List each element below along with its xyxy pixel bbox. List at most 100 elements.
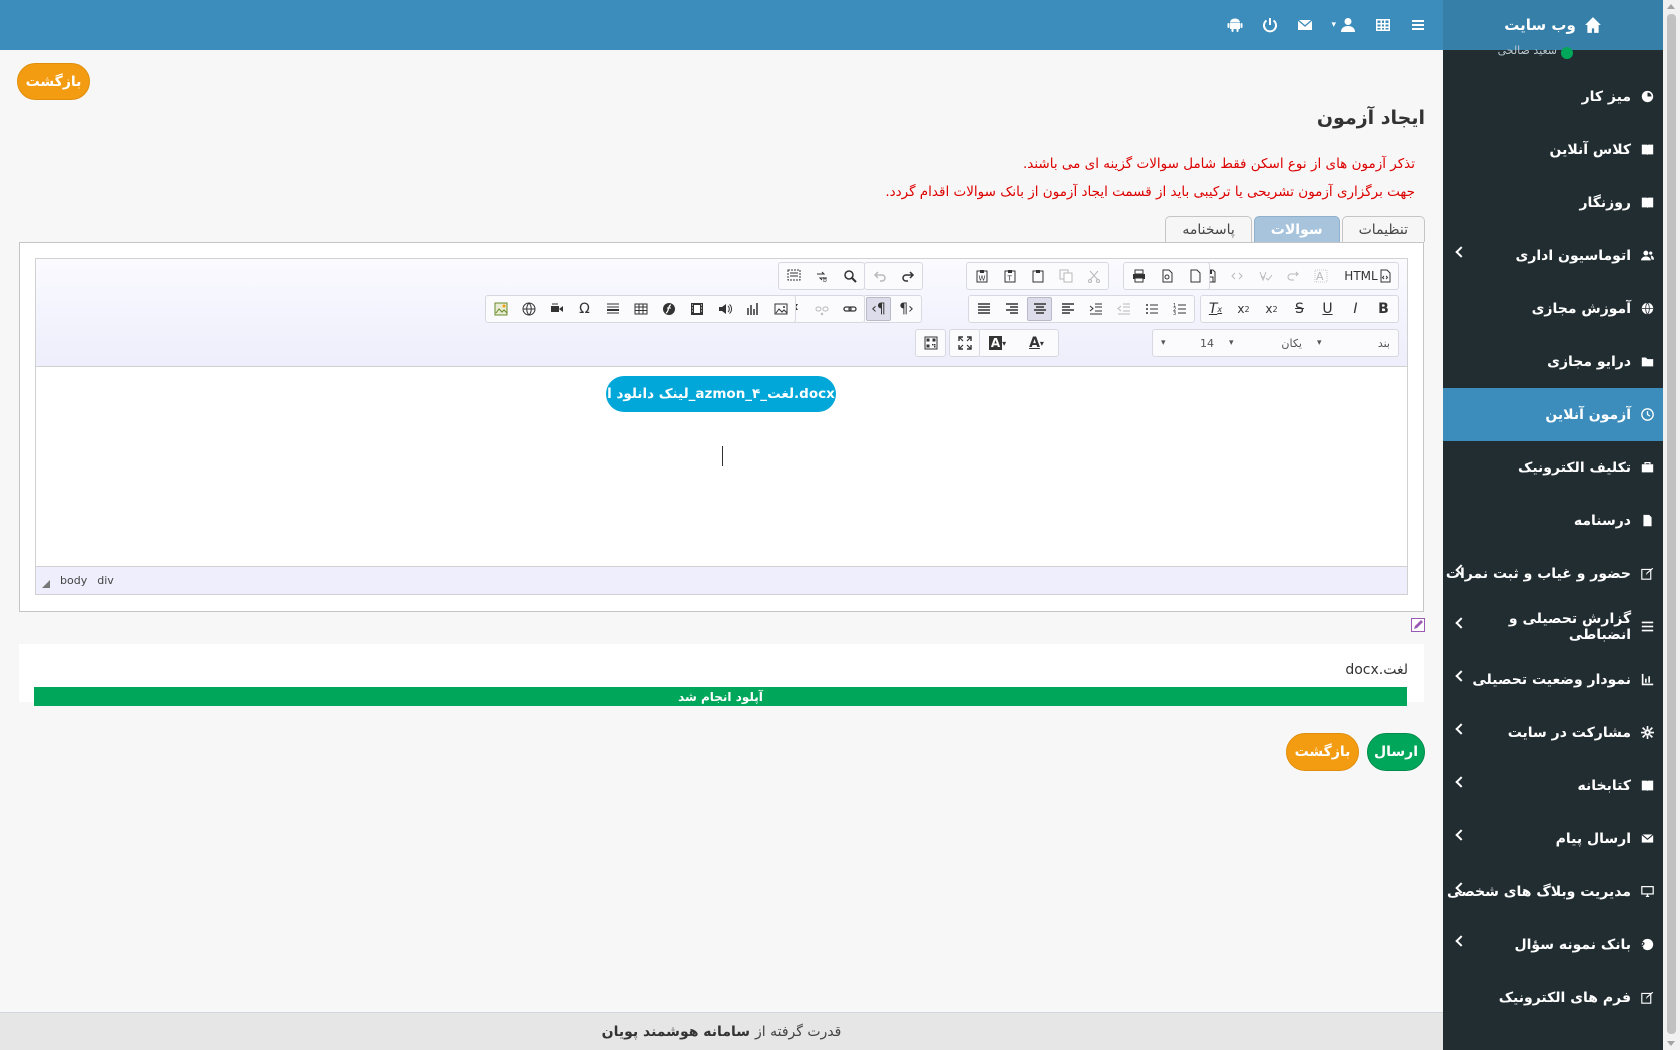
resize-grip-icon[interactable] [42,579,50,588]
sidebar-item-13[interactable]: کتابخانه [1443,759,1663,812]
flash-icon[interactable] [656,297,681,321]
text-color-button[interactable]: A ▾ [1020,331,1056,355]
submit-button[interactable]: ارسال [1367,733,1425,771]
back-button-top[interactable]: بازگشت [17,63,90,100]
top-navbar: ▾ [0,0,1443,50]
font-select[interactable]: یکان ▾ [1223,331,1308,355]
sidebar-item-9[interactable]: حضور و غیاب و ثبت نمرات [1443,547,1663,600]
subscript-icon[interactable]: x2 [1259,297,1284,321]
tab-settings[interactable]: تنظیمات [1341,216,1425,242]
font-size-select[interactable]: 14 ▾ [1155,331,1220,355]
sidebar-item-2[interactable]: روزنگار [1443,176,1663,229]
sidebar-item-3[interactable]: اتوماسیون اداری [1443,229,1663,282]
sidebar-item-12[interactable]: مشارکت در سایت [1443,706,1663,759]
envelope-icon[interactable] [1296,16,1314,34]
paste-icon[interactable] [1025,264,1050,288]
italic-icon[interactable]: I [1343,297,1368,321]
justify-icon[interactable] [971,297,996,321]
grid-icon[interactable] [1374,16,1392,34]
sidebar-item-label: اتوماسیون اداری [1515,247,1631,264]
print-icon[interactable] [1126,264,1151,288]
select-all-icon[interactable] [781,264,806,288]
edit-pencil-icon[interactable] [1411,618,1425,632]
image-icon[interactable] [768,297,793,321]
link-icon[interactable] [837,297,862,321]
iframe-globe-icon[interactable] [516,297,541,321]
paste-word-icon[interactable]: W [969,264,994,288]
user-dropdown-caret[interactable]: ▾ [1331,20,1336,30]
find-icon[interactable] [837,264,862,288]
underline-icon[interactable]: U [1315,297,1340,321]
sidebar-item-1[interactable]: کلاس آنلاین [1443,123,1663,176]
back-button-bottom[interactable]: بازگشت [1286,733,1359,771]
user-icon[interactable] [1339,16,1357,34]
background-color-button[interactable]: A ▾ [981,331,1017,355]
audio-icon[interactable] [712,297,737,321]
preview-icon[interactable] [1154,264,1179,288]
horizontal-rule-icon[interactable] [600,297,625,321]
text-direction-ltr-icon[interactable]: ¶› [894,297,919,321]
remove-format-icon[interactable]: Tx [1203,297,1228,321]
sidebar-item-10[interactable]: گزارش تحصیلی و انضباطی [1443,600,1663,653]
footer-brand-link[interactable]: سامانه هوشمند پویان [602,1024,750,1040]
image-gallery-icon[interactable] [488,297,513,321]
sidebar-item-7[interactable]: تکلیف الکترونیک [1443,441,1663,494]
numbered-list-icon[interactable]: 123 [1167,297,1192,321]
power-icon[interactable] [1261,16,1279,34]
remove-format-a-icon[interactable]: A [1308,264,1333,288]
sidebar-item-0[interactable]: میز کار [1443,70,1663,123]
sidebar-item-5[interactable]: درایو مجازی [1443,335,1663,388]
tab-questions[interactable]: سوالات [1253,216,1340,242]
path-body[interactable]: body [60,574,87,587]
scrollbar-thumb[interactable] [1667,14,1676,1034]
maximize-icon[interactable] [952,331,977,355]
text-direction-rtl-icon[interactable]: ‹¶ [866,297,891,321]
align-right-icon[interactable] [999,297,1024,321]
align-center-icon[interactable] [1027,297,1052,321]
outdent-icon[interactable] [1111,297,1136,321]
undo-icon[interactable] [867,264,892,288]
sidebar-item-11[interactable]: نمودار وضعیت تحصیلی [1443,653,1663,706]
chart-icon[interactable] [740,297,765,321]
redo-icon[interactable] [895,264,920,288]
sidebar-item-14[interactable]: ارسال پیام [1443,812,1663,865]
sidebar-item-16[interactable]: ? بانک نمونه سؤال [1443,918,1663,971]
align-left-icon[interactable] [1055,297,1080,321]
video-icon[interactable] [684,297,709,321]
youtube-icon[interactable] [544,297,569,321]
format-select[interactable]: بند ▾ [1311,331,1396,355]
new-page-icon[interactable] [1182,264,1207,288]
cut-icon[interactable] [1081,264,1106,288]
sidebar-scrollbar[interactable] [1663,0,1680,1050]
unlink-icon[interactable] [809,297,834,321]
scroll-up-arrow[interactable] [1667,4,1675,9]
superscript-icon[interactable]: x2 [1231,297,1256,321]
sidebar-item-6[interactable]: آزمون آنلاین [1443,388,1663,441]
redo-dim-icon[interactable] [1280,264,1305,288]
strikethrough-icon[interactable]: S [1287,297,1312,321]
source-html-button[interactable]: HTML [1336,264,1396,288]
site-logo[interactable]: وب سایت [1443,0,1663,50]
table-icon[interactable] [628,297,653,321]
tab-answer-sheet[interactable]: پاسخنامه [1165,216,1252,242]
bulleted-list-icon[interactable] [1139,297,1164,321]
replace-icon[interactable]: b [809,264,834,288]
download-link-button[interactable]: لینک دانلود ا_azmon_۴_لغت.docx [606,376,836,412]
path-div[interactable]: div [97,574,114,587]
menu-icon[interactable] [1409,16,1427,34]
special-char-icon[interactable]: Ω [572,297,597,321]
qr-code-icon[interactable] [918,331,943,355]
code-dim-icon[interactable] [1224,264,1249,288]
sidebar-item-4[interactable]: آموزش مجازی [1443,282,1663,335]
sidebar-item-17[interactable]: فرم های الکترونیک [1443,971,1663,1024]
android-icon[interactable] [1226,16,1244,34]
sidebar-item-15[interactable]: مدیریت وبلاگ های شخصی [1443,865,1663,918]
scroll-down-arrow[interactable] [1667,1041,1675,1046]
copy-icon[interactable] [1053,264,1078,288]
paste-text-icon[interactable]: T [997,264,1022,288]
spell-check-icon[interactable] [1252,264,1277,288]
indent-icon[interactable] [1083,297,1108,321]
sidebar-item-8[interactable]: درسنامه [1443,494,1663,547]
editor-content-area[interactable]: لینک دانلود ا_azmon_۴_لغت.docx [36,367,1407,567]
bold-icon[interactable]: B [1371,297,1396,321]
